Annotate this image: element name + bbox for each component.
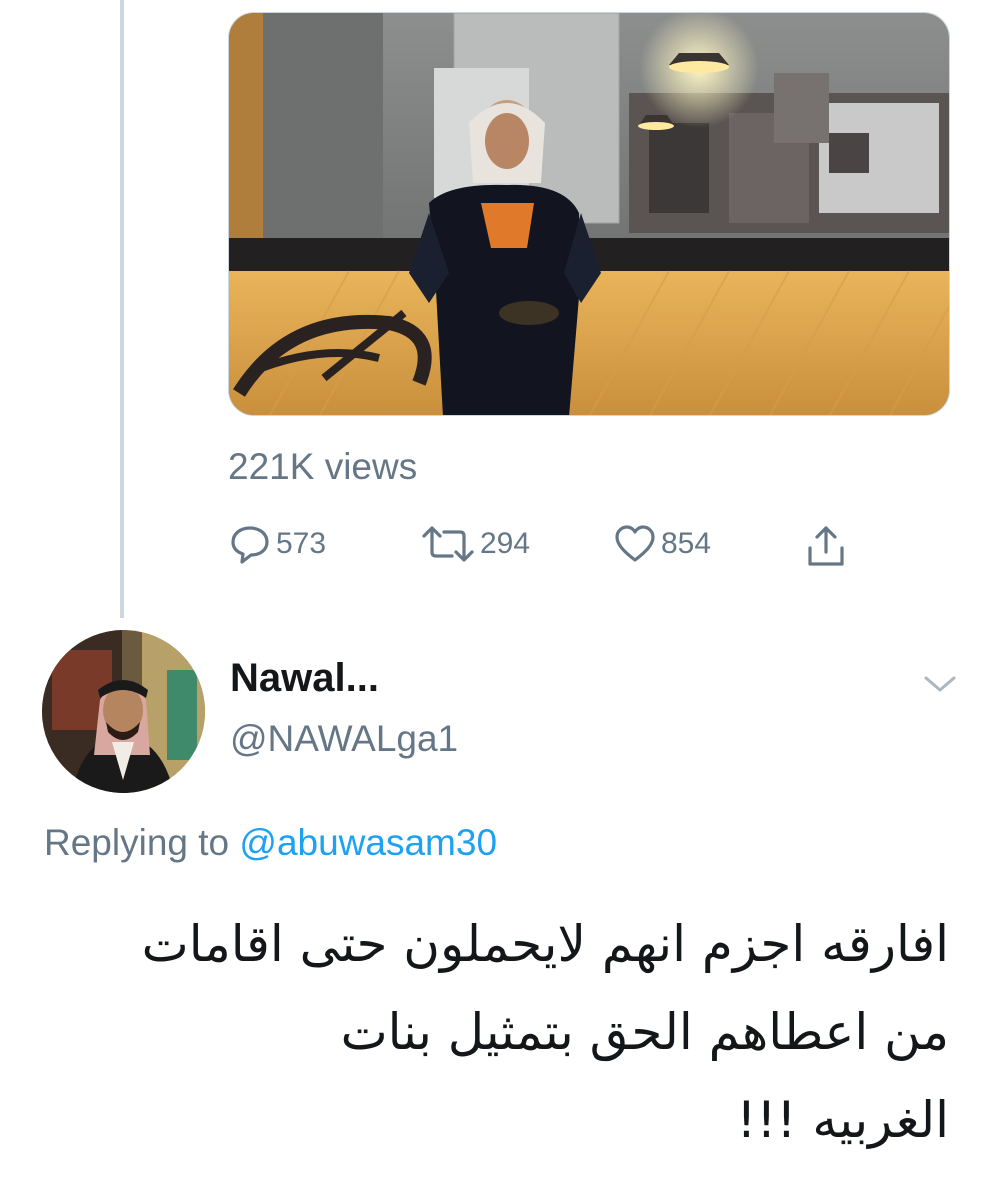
reply-icon <box>228 522 272 566</box>
tweet-text: افارقه اجزم انهم لايحملون حتى اقامات من … <box>44 900 949 1164</box>
tweet-text-line: من اعطاهم الحق بتمثيل بنات <box>340 1003 949 1061</box>
retweet-icon <box>420 522 476 566</box>
share-button[interactable] <box>804 524 848 568</box>
replying-to-line: Replying to @abuwasam30 <box>44 822 497 864</box>
retweet-button[interactable]: 294 <box>420 522 530 566</box>
tweet-text-line: الغربيه !!! <box>736 1091 949 1149</box>
video-thumbnail <box>229 13 949 415</box>
replying-to-label: Replying to <box>44 822 240 863</box>
tweet-text-line: افارقه اجزم انهم لايحملون حتى اقامات <box>141 915 949 973</box>
display-name[interactable]: Nawal... <box>230 656 379 701</box>
chevron-down-icon <box>922 676 958 700</box>
reply-count: 573 <box>276 527 327 560</box>
tweet-menu-button[interactable] <box>922 672 958 701</box>
reply-button[interactable]: 573 <box>228 522 326 566</box>
replying-to-mention-link[interactable]: @abuwasam30 <box>239 822 497 863</box>
video-player[interactable] <box>228 12 950 416</box>
retweet-count: 294 <box>480 527 531 560</box>
thread-connector-line <box>120 0 124 618</box>
heart-icon <box>613 522 657 566</box>
share-icon <box>804 524 848 568</box>
like-count: 854 <box>661 527 712 560</box>
like-button[interactable]: 854 <box>613 522 711 566</box>
avatar[interactable] <box>42 630 205 793</box>
user-handle[interactable]: @NAWALga1 <box>230 718 458 760</box>
view-count: 221K views <box>228 446 418 487</box>
tweet-actions-bar: 573 294 854 <box>228 522 868 582</box>
